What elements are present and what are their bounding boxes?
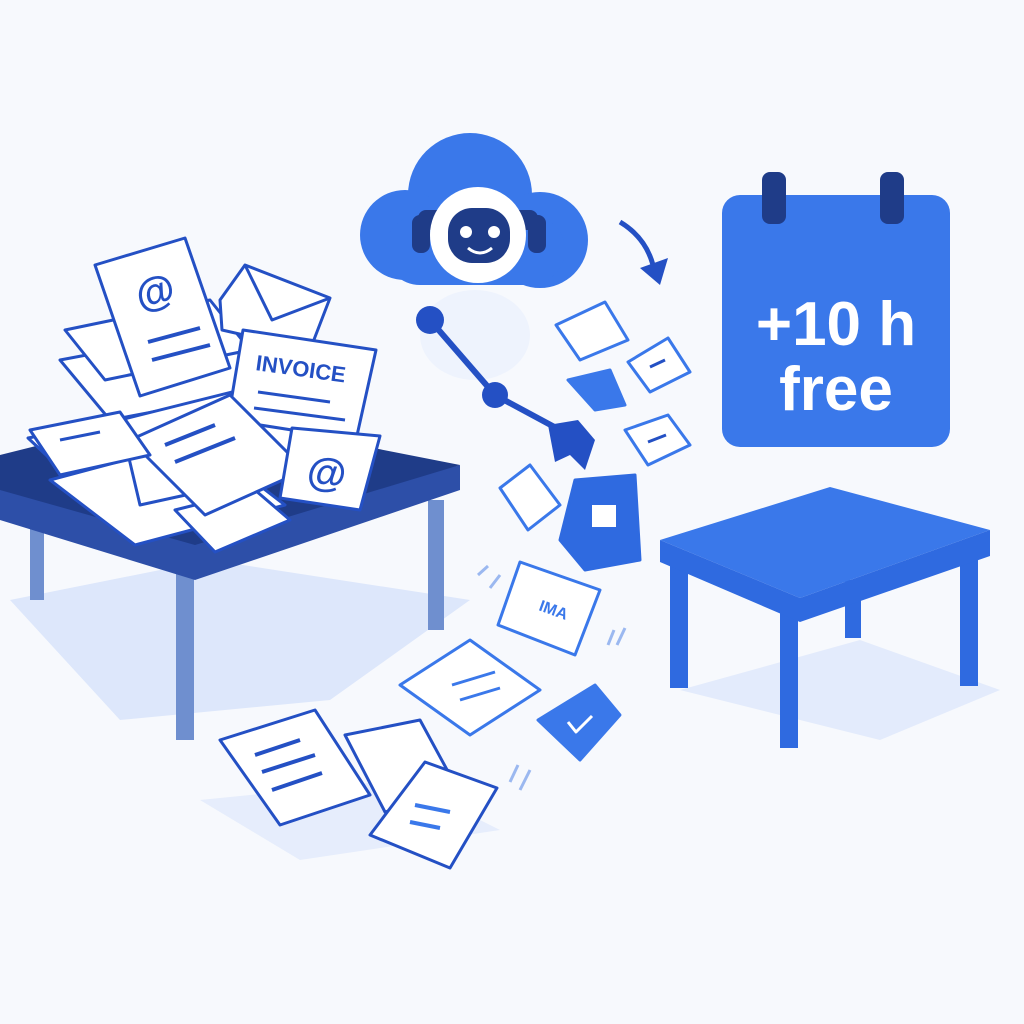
illustration: @ INVOICE @ IMA +10 h free bbox=[0, 133, 1000, 870]
checkmark-icon bbox=[536, 683, 622, 762]
calendar-free: free bbox=[779, 355, 893, 424]
calendar-hours: +10 h bbox=[756, 290, 916, 359]
paper-pile: @ INVOICE @ bbox=[26, 236, 382, 554]
at-symbol-2: @ bbox=[305, 449, 348, 497]
calendar-icon: +10 h free bbox=[722, 172, 950, 447]
arrow-icon bbox=[618, 219, 668, 285]
robot-assistant bbox=[360, 133, 595, 470]
ima-document: IMA bbox=[496, 560, 602, 657]
